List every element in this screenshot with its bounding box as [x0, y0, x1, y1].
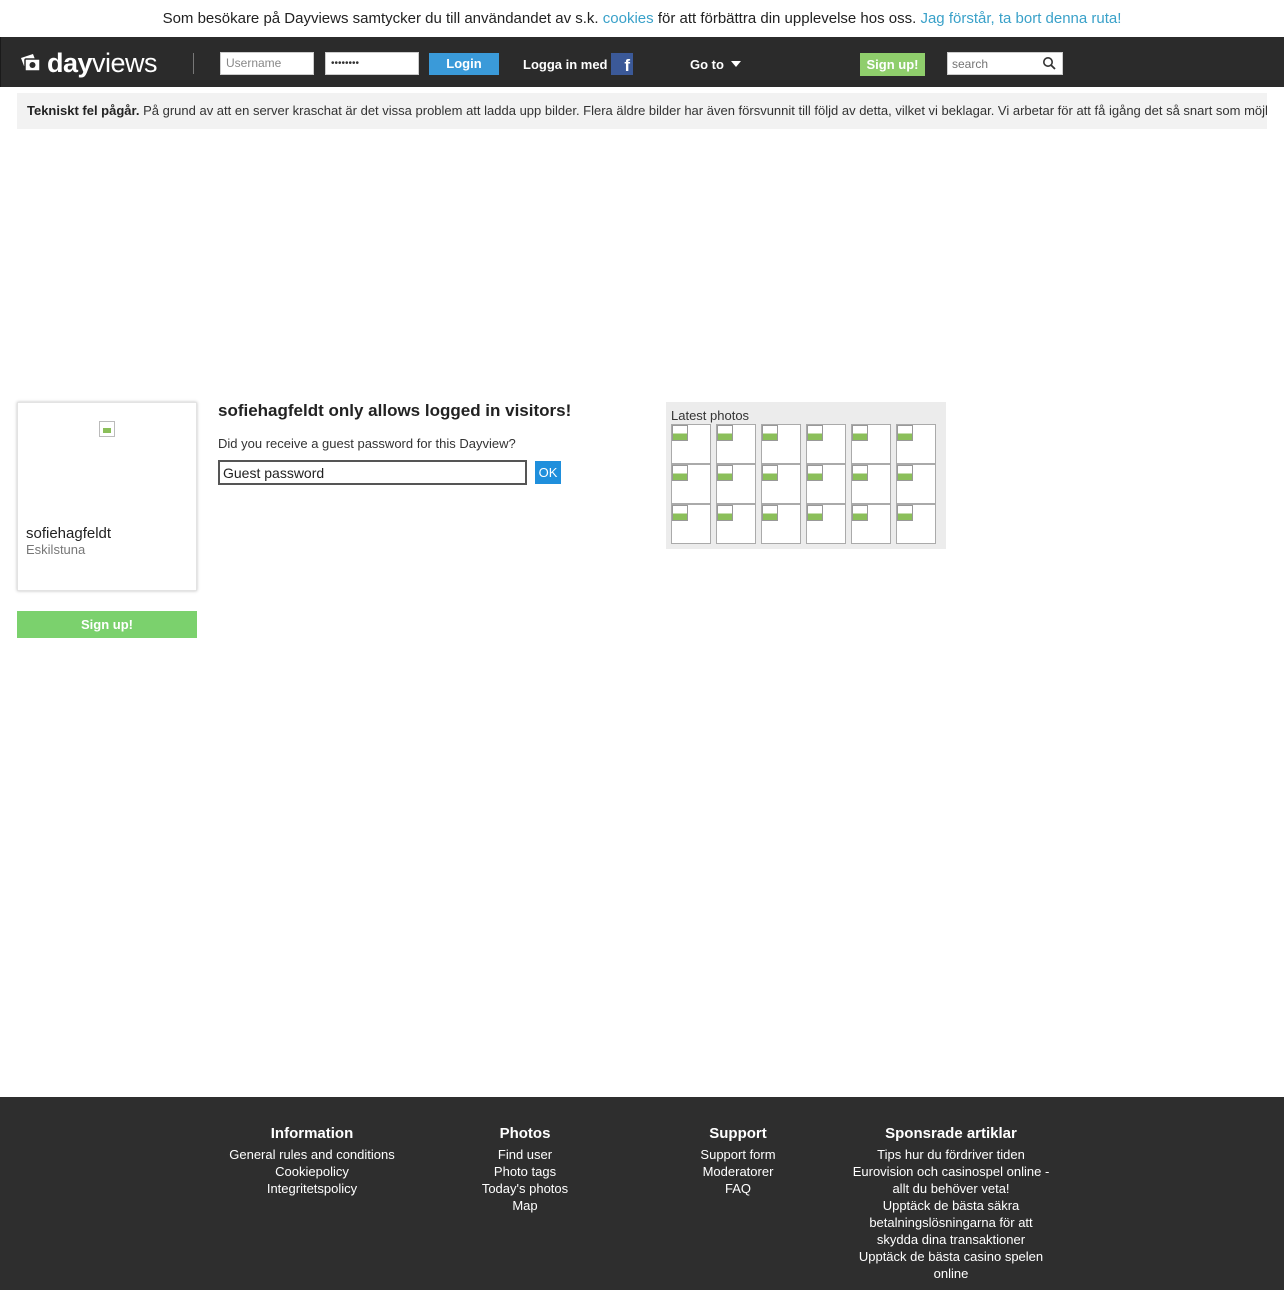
footer-link[interactable]: General rules and conditions — [222, 1146, 402, 1163]
photo-thumbnail[interactable] — [671, 424, 711, 464]
photo-thumbnail[interactable] — [671, 504, 711, 544]
footer-link[interactable]: Find user — [445, 1146, 605, 1163]
latest-photos-grid — [671, 424, 936, 544]
photo-thumbnail[interactable] — [716, 424, 756, 464]
photo-thumbnail[interactable] — [896, 464, 936, 504]
notice-text: På grund av att en server kraschat är de… — [143, 103, 1267, 118]
logo-wordmark: dayviews — [47, 48, 158, 78]
cookies-link[interactable]: cookies — [603, 10, 654, 27]
photo-thumbnail[interactable] — [896, 424, 936, 464]
signup-button-sidebar[interactable]: Sign up! — [17, 611, 197, 638]
signup-button-top[interactable]: Sign up! — [860, 53, 925, 76]
search-box — [947, 52, 1063, 75]
login-button[interactable]: Login — [429, 53, 499, 75]
technical-error-notice: Tekniskt fel pågår. På grund av att en s… — [17, 93, 1267, 129]
footer: Information General rules and conditions… — [0, 1097, 1284, 1290]
chevron-down-icon[interactable] — [731, 61, 741, 67]
footer-heading: Sponsrade artiklar — [885, 1125, 1017, 1142]
footer-link[interactable]: Upptäck de bästa säkra betalningslösning… — [852, 1197, 1050, 1248]
username-input[interactable]: Username — [220, 52, 314, 75]
cookie-text-after: för att förbättra din upplevelse hos oss… — [657, 10, 917, 27]
guest-password-input[interactable] — [218, 460, 527, 485]
footer-heading: Support — [709, 1125, 767, 1142]
photo-thumbnail[interactable] — [806, 504, 846, 544]
restricted-access-title: sofiehagfeldt only allows logged in visi… — [218, 401, 572, 420]
latest-photos-panel: Latest photos — [666, 402, 946, 549]
guest-password-question: Did you receive a guest password for thi… — [218, 436, 516, 451]
photo-thumbnail[interactable] — [851, 424, 891, 464]
footer-link[interactable]: Map — [445, 1197, 605, 1214]
footer-link[interactable]: Cookiepolicy — [222, 1163, 402, 1180]
profile-card: sofiehagfeldt Eskilstuna — [17, 402, 197, 591]
cookie-dismiss-link[interactable]: Jag förstår, ta bort denna ruta! — [920, 10, 1121, 27]
footer-column-support: Support Support form Moderatorer FAQ — [658, 1125, 818, 1197]
photo-thumbnail[interactable] — [716, 464, 756, 504]
cookie-text-before: Som besökare på Dayviews samtycker du ti… — [162, 10, 599, 27]
avatar[interactable] — [99, 421, 115, 437]
photo-thumbnail[interactable] — [896, 504, 936, 544]
photo-thumbnail[interactable] — [761, 464, 801, 504]
dayviews-logo[interactable]: dayviews — [19, 48, 158, 78]
search-icon[interactable] — [1042, 56, 1056, 70]
photo-thumbnail[interactable] — [851, 504, 891, 544]
profile-city: Eskilstuna — [26, 542, 86, 557]
photo-thumbnail[interactable] — [806, 424, 846, 464]
footer-link[interactable]: Support form — [658, 1146, 818, 1163]
photo-thumbnail[interactable] — [761, 504, 801, 544]
goto-menu[interactable]: Go to — [690, 57, 724, 72]
footer-column-sponsored: Sponsrade artiklar Tips hur du fördriver… — [852, 1125, 1050, 1282]
footer-column-information: Information General rules and conditions… — [222, 1125, 402, 1197]
search-input[interactable] — [948, 53, 1036, 74]
footer-column-photos: Photos Find user Photo tags Today's phot… — [445, 1125, 605, 1214]
photo-thumbnail[interactable] — [806, 464, 846, 504]
top-navigation: dayviews Username •••••••• Login Logga i… — [0, 37, 1284, 87]
latest-photos-title: Latest photos — [671, 408, 750, 423]
footer-link[interactable]: Moderatorer — [658, 1163, 818, 1180]
password-input[interactable]: •••••••• — [325, 52, 419, 75]
footer-link[interactable]: Upptäck de bästa casino spelen online — [852, 1248, 1050, 1282]
photo-thumbnail[interactable] — [761, 424, 801, 464]
footer-heading: Information — [270, 1125, 354, 1142]
notice-title: Tekniskt fel pågår. — [27, 103, 140, 118]
photo-thumbnail[interactable] — [851, 464, 891, 504]
facebook-icon[interactable]: f — [611, 53, 633, 75]
guest-password-ok-button[interactable]: OK — [535, 461, 561, 484]
facebook-login-label[interactable]: Logga in med — [523, 57, 608, 72]
footer-link[interactable]: Today's photos — [445, 1180, 605, 1197]
cookie-consent-bar: Som besökare på Dayviews samtycker du ti… — [0, 0, 1284, 37]
photo-thumbnail[interactable] — [671, 464, 711, 504]
photo-thumbnail[interactable] — [716, 504, 756, 544]
camera-logo-icon — [19, 52, 43, 74]
footer-link[interactable]: Integritetspolicy — [222, 1180, 402, 1197]
nav-divider — [193, 53, 194, 74]
footer-link[interactable]: Photo tags — [445, 1163, 605, 1180]
profile-username[interactable]: sofiehagfeldt — [26, 525, 111, 542]
footer-link[interactable]: Tips hur du fördriver tiden Eurovision o… — [852, 1146, 1050, 1197]
footer-link[interactable]: FAQ — [658, 1180, 818, 1197]
footer-heading: Photos — [499, 1125, 551, 1142]
